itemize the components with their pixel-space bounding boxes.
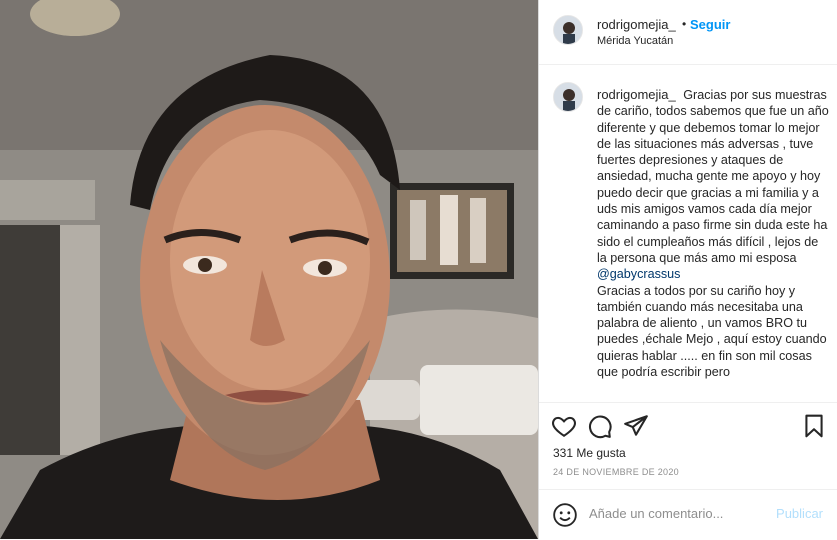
comment-input[interactable]: Añade un comentario... — [589, 506, 723, 521]
caption-area[interactable]: rodrigomejia_ Gracias por sus muestras d… — [539, 65, 837, 402]
post-date[interactable]: 24 DE NOVIEMBRE DE 2020 — [553, 467, 679, 477]
avatar[interactable] — [553, 15, 583, 45]
emoji-icon[interactable] — [552, 502, 578, 528]
bookmark-icon[interactable] — [801, 413, 827, 439]
caption-username[interactable]: rodrigomejia_ — [597, 87, 676, 102]
comment-box: Añade un comentario... Publicar — [539, 489, 837, 540]
separator-dot: • — [682, 17, 687, 31]
selfie-image — [0, 0, 538, 539]
caption-mention[interactable]: @gabycrassus — [597, 267, 680, 281]
post-header: rodrigomejia_ • Seguir Mérida Yucatán — [539, 0, 837, 65]
action-bar — [539, 402, 837, 447]
post-side-panel: rodrigomejia_ • Seguir Mérida Yucatán ro… — [538, 0, 837, 539]
publish-button[interactable]: Publicar — [776, 506, 823, 521]
avatar-image — [554, 16, 582, 44]
post-photo[interactable] — [0, 0, 538, 539]
avatar-image — [554, 83, 582, 111]
caption-avatar[interactable] — [553, 82, 583, 112]
caption-text: rodrigomejia_ Gracias por sus muestras d… — [597, 87, 829, 380]
caption-body-continued: Gracias a todos por su cariño hoy y tamb… — [597, 283, 827, 380]
post-username[interactable]: rodrigomejia_ — [597, 17, 676, 32]
share-icon[interactable] — [623, 413, 649, 439]
comment-icon[interactable] — [587, 413, 613, 439]
caption-body: Gracias por sus muestras de cariño, todo… — [597, 88, 829, 265]
post-location[interactable]: Mérida Yucatán — [597, 35, 673, 47]
heart-icon[interactable] — [551, 413, 577, 439]
like-count[interactable]: 331 Me gusta — [553, 446, 626, 460]
follow-button[interactable]: Seguir — [690, 17, 730, 32]
instagram-post: rodrigomejia_ • Seguir Mérida Yucatán ro… — [0, 0, 837, 539]
